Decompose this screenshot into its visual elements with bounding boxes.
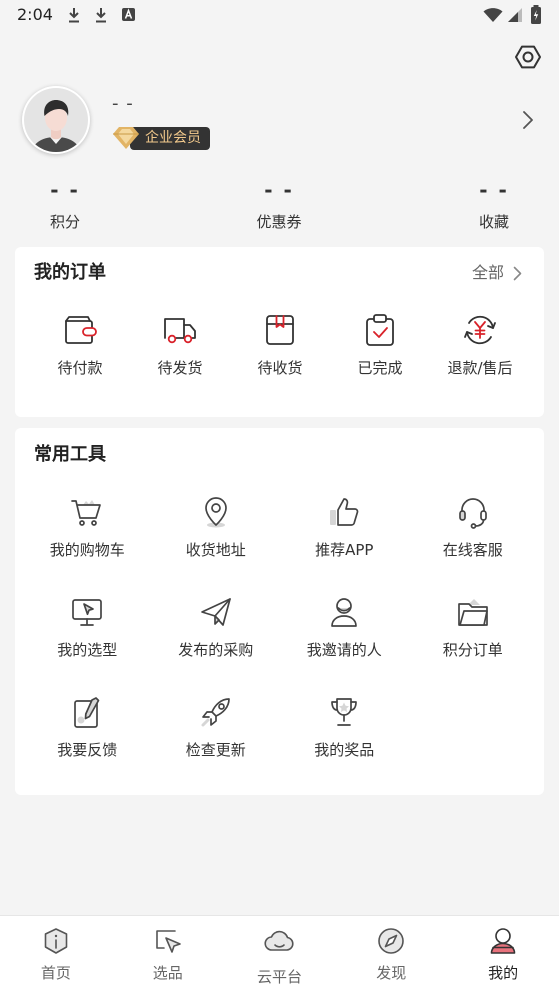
member-badge: 企业会员: [130, 127, 210, 150]
stat-points[interactable]: - - 积分: [5, 172, 125, 238]
tool-label: 我的购物车: [49, 541, 125, 559]
order-item-refund[interactable]: 退款/售后: [430, 312, 530, 382]
order-item-pending-receipt[interactable]: 待收货: [230, 312, 330, 382]
orders-all-link[interactable]: 全部: [472, 261, 522, 285]
tools-title: 常用工具: [34, 444, 106, 465]
folder-icon: [456, 595, 490, 629]
order-status-row: 待付款 待发货 待收货 已完成 退款/售后: [30, 312, 530, 382]
a-badge-icon: [122, 8, 135, 21]
nav-label: 选品: [152, 964, 183, 982]
tool-label: 收货地址: [185, 541, 246, 559]
tool-label: 积分订单: [442, 641, 503, 659]
download-icon: [95, 7, 107, 23]
avatar-icon: [22, 86, 90, 154]
order-item-label: 待收货: [257, 359, 303, 377]
nav-products[interactable]: 选品: [112, 916, 224, 993]
nav-label: 首页: [40, 964, 71, 982]
profile-icon: [488, 926, 518, 956]
nav-cloud-platform[interactable]: 云平台: [224, 916, 336, 993]
cart-icon: [70, 495, 104, 529]
tool-invited-people[interactable]: 我邀请的人: [280, 595, 409, 695]
tool-label: 我的奖品: [314, 741, 375, 759]
chevron-right-icon[interactable]: [522, 110, 534, 130]
order-item-label: 待付款: [57, 359, 103, 377]
stat-label: 优惠券: [256, 213, 302, 231]
tool-label: 发布的采购: [178, 641, 254, 659]
compass-icon: [376, 926, 406, 956]
signal-icon: [507, 7, 523, 23]
tool-recommend-app[interactable]: 推荐APP: [280, 495, 409, 595]
tool-check-update[interactable]: 检查更新: [152, 695, 281, 795]
order-item-label: 已完成: [357, 359, 403, 377]
orders-card: 我的订单 全部 待付款 待发货 待收货 已完成 退款/售后: [15, 247, 544, 417]
tool-points-orders[interactable]: 积分订单: [409, 595, 538, 695]
order-item-pending-shipment[interactable]: 待发货: [130, 312, 230, 382]
stat-favorites[interactable]: - - 收藏: [434, 172, 554, 238]
trophy-icon: [327, 695, 361, 729]
clipboard-check-icon: [362, 312, 398, 348]
truck-icon: [162, 312, 198, 348]
nav-home[interactable]: 首页: [0, 916, 112, 993]
tool-address[interactable]: 收货地址: [152, 495, 281, 595]
refund-icon: [462, 312, 498, 348]
status-time: 2:04: [17, 5, 53, 24]
stat-value: - -: [50, 178, 80, 202]
feedback-notepad-icon: [70, 695, 104, 729]
wifi-icon: [483, 7, 503, 23]
tool-label: 检查更新: [185, 741, 246, 759]
tool-published-purchases[interactable]: 发布的采购: [152, 595, 281, 695]
tool-feedback[interactable]: 我要反馈: [23, 695, 152, 795]
package-icon: [262, 312, 298, 348]
order-item-completed[interactable]: 已完成: [330, 312, 430, 382]
chevron-right-icon: [513, 266, 522, 281]
wallet-icon: [62, 312, 98, 348]
tool-label: 我要反馈: [57, 741, 118, 759]
nav-label: 发现: [376, 964, 407, 982]
tool-my-prizes[interactable]: 我的奖品: [280, 695, 409, 795]
location-pin-icon: [199, 495, 233, 529]
stat-label: 收藏: [478, 213, 509, 231]
order-item-label: 待发货: [157, 359, 203, 377]
cloud-icon: [264, 926, 295, 956]
paper-plane-icon: [199, 595, 233, 629]
tools-grid: 我的购物车 收货地址 推荐APP 在线客服 我的选型 发布的采购 我邀请的人 积…: [23, 495, 537, 795]
headset-icon: [456, 495, 490, 529]
stat-coupons[interactable]: - - 优惠券: [219, 172, 339, 238]
stat-value: - -: [264, 178, 294, 202]
orders-title: 我的订单: [34, 262, 106, 283]
cursor-select-icon: [153, 926, 183, 956]
tool-label: 我的选型: [57, 641, 118, 659]
battery-icon: [530, 5, 542, 25]
nav-label: 我的: [488, 964, 519, 982]
stat-label: 积分: [49, 213, 80, 231]
person-icon: [327, 595, 361, 629]
nav-mine[interactable]: 我的: [447, 916, 559, 993]
diamond-icon: [111, 125, 141, 151]
monitor-cursor-icon: [70, 595, 104, 629]
nav-discover[interactable]: 发现: [335, 916, 447, 993]
bottom-nav: 首页 选品 云平台 发现 我的: [0, 915, 559, 993]
thumbs-up-icon: [327, 495, 361, 529]
home-icon: [41, 926, 71, 956]
profile-row[interactable]: - - 企业会员: [15, 80, 544, 162]
tool-customer-service[interactable]: 在线客服: [409, 495, 538, 595]
settings-icon[interactable]: [514, 43, 542, 71]
orders-all-label: 全部: [471, 263, 504, 282]
tool-label: 推荐APP: [315, 541, 374, 559]
order-item-label: 退款/售后: [447, 359, 513, 377]
profile-name: - -: [112, 93, 134, 114]
tool-label: 在线客服: [442, 541, 503, 559]
tool-cart[interactable]: 我的购物车: [23, 495, 152, 595]
stat-value: - -: [479, 178, 509, 202]
nav-label: 云平台: [256, 968, 302, 986]
rocket-icon: [199, 695, 233, 729]
stats-row: - - 积分 - - 优惠券 - - 收藏: [0, 172, 559, 238]
order-item-pending-payment[interactable]: 待付款: [30, 312, 130, 382]
tool-label: 我邀请的人: [306, 641, 382, 659]
tools-card: 常用工具 我的购物车 收货地址 推荐APP 在线客服 我的选型 发布的采购 我邀…: [15, 428, 544, 795]
status-bar: 2:04: [0, 0, 559, 30]
avatar[interactable]: [22, 86, 90, 154]
tool-my-selection[interactable]: 我的选型: [23, 595, 152, 695]
download-icon: [68, 7, 80, 23]
